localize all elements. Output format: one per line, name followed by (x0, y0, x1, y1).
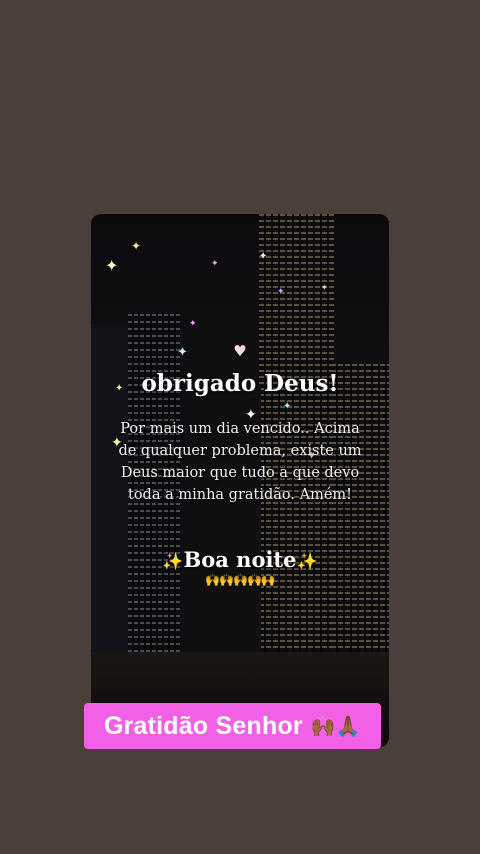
sparkle-icon: ✦ (321, 283, 328, 292)
heart-icon: ♥ (233, 342, 247, 360)
sparkle-icon: ✦ (131, 239, 142, 253)
sparkle-icon: ✦ (283, 401, 292, 412)
sparkle-icon: ✦ (211, 259, 219, 269)
sparkle-icon: ✦ (105, 256, 119, 275)
post-title: obrigado Deus! (141, 370, 339, 397)
praying-hands-icon: 🙌🏾🙏🏾 (310, 714, 362, 738)
sparkle-icon: ✦ (189, 319, 197, 329)
sparkle-icon: ✦ (259, 251, 268, 262)
caption-banner[interactable]: Gratidão Senhor 🙌🏾🙏🏾 (84, 703, 381, 749)
greeting: ✨Boa noite✨ (0, 547, 480, 572)
banner-text: Gratidão Senhor (103, 711, 303, 740)
sparkles-icon: ✨ (162, 552, 184, 572)
greeting-text: Boa noite (183, 547, 297, 572)
sparkle-icon: ✦ (277, 287, 285, 297)
sparkles-icon: ✨ (296, 552, 318, 572)
raised-hands-icon: 🙌🙌🙌🙌🙌 (205, 573, 276, 587)
post-message: Por mais um dia vencido.. Acima de qualq… (118, 421, 362, 503)
